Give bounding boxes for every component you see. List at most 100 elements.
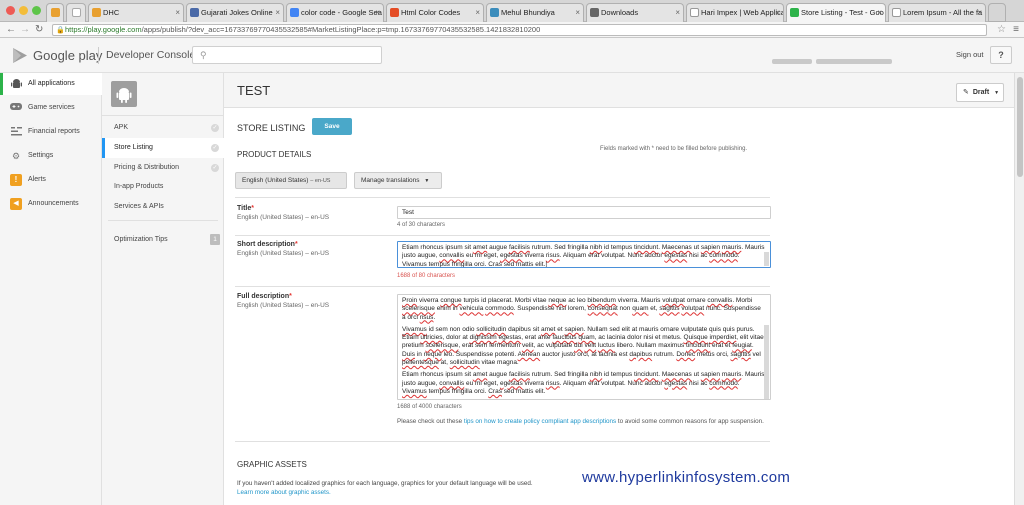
language-button[interactable]: English (United States) – en-US — [235, 172, 347, 189]
browser-tab-active[interactable]: Store Listing - Test - Goo × — [786, 3, 886, 22]
full-description-locale: English (United States) – en-US — [237, 302, 330, 309]
browser-toolbar: ← → ↻ 🔒 https://play.google.com/apps/pub… — [0, 22, 1024, 38]
divider — [235, 197, 770, 198]
google-play-icon — [790, 8, 799, 17]
search-input[interactable]: ⚲ — [192, 46, 382, 64]
tab-favicon-icon — [92, 8, 101, 17]
close-icon[interactable]: × — [275, 4, 280, 21]
sidebar-item-settings[interactable]: ⚙ Settings — [0, 145, 102, 167]
zoom-window-button[interactable] — [32, 6, 41, 15]
hamburger-menu-icon[interactable]: ≡ — [1013, 24, 1019, 36]
section-title-store-listing: STORE LISTING — [237, 123, 306, 133]
close-icon[interactable]: × — [475, 4, 480, 21]
full-description-label: Full description* — [237, 293, 292, 300]
draft-dropdown-button[interactable]: ✎ Draft ▼ — [956, 83, 1004, 102]
tab-favicon-icon — [190, 8, 199, 17]
bookmark-star-icon[interactable]: ☆ — [997, 24, 1006, 36]
new-tab-button[interactable] — [988, 3, 1006, 22]
full-description-input[interactable]: Proin viverra congue turpis id placerat.… — [397, 294, 771, 400]
tab-favicon-icon — [390, 8, 399, 17]
short-description-input[interactable]: Etiam rhoncus ipsum sit amet augue facil… — [397, 241, 771, 268]
browser-tab[interactable]: Gujarati Jokes Online × — [186, 3, 284, 22]
sidebar-item-announcements[interactable]: ◀ Announcements — [0, 193, 102, 215]
short-description-label: Short description* — [237, 241, 298, 248]
title-char-counter: 4 of 30 characters — [397, 222, 446, 228]
close-window-button[interactable] — [6, 6, 15, 15]
app-title-bar: TEST ✎ Draft ▼ — [224, 73, 1014, 108]
subnav-divider — [108, 220, 218, 221]
sidebar-item-financial-reports[interactable]: Financial reports — [0, 121, 102, 143]
page-scrollbar[interactable] — [1014, 73, 1024, 505]
page-title: TEST — [237, 83, 271, 98]
megaphone-icon: ◀ — [10, 198, 22, 210]
android-icon — [10, 78, 22, 90]
subnav-item-store-listing[interactable]: Store Listing ✓ — [102, 138, 224, 158]
subnav-item-optimization-tips[interactable]: Optimization Tips 1 — [102, 230, 224, 250]
blank-tab-icon — [72, 8, 81, 17]
manage-translations-button[interactable]: Manage translations ▼ — [354, 172, 442, 189]
sidebar-item-alerts[interactable]: ! Alerts — [0, 169, 102, 191]
save-button[interactable]: Save — [312, 118, 352, 135]
graphic-assets-link[interactable]: Learn more about graphic assets. — [237, 489, 331, 496]
close-icon[interactable]: × — [877, 4, 882, 21]
check-icon: ✓ — [211, 164, 219, 172]
browser-tab[interactable]: Downloads × — [586, 3, 684, 22]
help-button[interactable]: ? — [990, 46, 1012, 64]
close-icon[interactable]: × — [977, 4, 982, 21]
sidebar-item-all-applications[interactable]: All applications — [0, 73, 102, 95]
short-description-locale: English (United States) – en-US — [237, 250, 330, 257]
subnav-item-apk[interactable]: APK ✓ — [102, 118, 224, 138]
count-badge: 1 — [210, 234, 220, 245]
forward-arrow-icon[interactable]: → — [20, 24, 30, 36]
close-icon[interactable]: × — [575, 4, 580, 21]
check-icon: ✓ — [211, 144, 219, 152]
browser-tab[interactable]: Lorem Ipsum - All the fa × — [888, 3, 986, 22]
graphic-assets-note: If you haven't added localized graphics … — [237, 480, 533, 496]
close-icon[interactable]: × — [675, 4, 680, 21]
subnav-item-services-apis[interactable]: Services & APIs — [102, 197, 224, 217]
check-icon: ✓ — [211, 124, 219, 132]
minimize-window-button[interactable] — [19, 6, 28, 15]
browser-tab[interactable]: color code - Google Sea × — [286, 3, 384, 22]
pencil-icon: ✎ — [963, 89, 969, 96]
section-title-product-details: PRODUCT DETAILS — [237, 150, 312, 159]
subnav-item-in-app-products[interactable]: In-app Products — [102, 177, 224, 197]
scrollbar[interactable] — [764, 252, 769, 266]
browser-tab-blank[interactable] — [66, 3, 86, 22]
brand-name[interactable]: Google play — [33, 48, 102, 63]
chevron-down-icon: ▼ — [424, 178, 430, 184]
subnav-divider — [102, 115, 224, 116]
short-description-char-counter: 1688 of 80 characters — [397, 273, 456, 279]
browser-tab-bar: DHC × Gujarati Jokes Online × color code… — [0, 0, 1024, 22]
close-icon[interactable]: × — [175, 4, 180, 21]
section-title-graphic-assets: GRAPHIC ASSETS — [237, 460, 307, 469]
signout-link[interactable]: Sign out — [956, 50, 984, 59]
browser-tab-pinned[interactable] — [46, 3, 64, 22]
divider — [235, 235, 770, 236]
browser-tab[interactable]: Html Color Codes × — [386, 3, 484, 22]
download-icon — [590, 8, 599, 17]
divider — [235, 441, 770, 442]
account-email-blurred — [772, 51, 932, 64]
reports-icon — [10, 126, 22, 138]
browser-tab[interactable]: DHC × — [88, 3, 184, 22]
title-input[interactable]: Test — [397, 206, 771, 219]
tab-favicon-icon — [892, 8, 901, 17]
subnav-item-pricing-distribution[interactable]: Pricing & Distribution ✓ — [102, 158, 224, 178]
console-name: Developer Console — [106, 49, 196, 61]
watermark-text: www.hyperlinkinfosystem.com — [582, 469, 791, 486]
scrollbar[interactable] — [764, 325, 769, 399]
back-arrow-icon[interactable]: ← — [6, 24, 16, 36]
app-subnav: APK ✓ Store Listing ✓ Pricing & Distribu… — [102, 73, 224, 505]
scrollbar-thumb[interactable] — [1017, 77, 1023, 177]
alert-icon: ! — [10, 174, 22, 186]
policy-tips-link[interactable]: tips on how to create policy compliant a… — [464, 418, 616, 425]
reload-icon[interactable]: ↻ — [35, 24, 43, 36]
sidebar-item-game-services[interactable]: Game services — [0, 97, 102, 119]
address-bar[interactable]: 🔒 https://play.google.com/apps/publish/?… — [52, 24, 987, 36]
browser-tab[interactable]: Mehul Bhundiya × — [486, 3, 584, 22]
close-icon[interactable]: × — [775, 4, 780, 21]
browser-tab[interactable]: Hari Impex | Web Applica × — [686, 3, 784, 22]
close-icon[interactable]: × — [375, 4, 380, 21]
pinned-tab-icon — [51, 8, 60, 17]
